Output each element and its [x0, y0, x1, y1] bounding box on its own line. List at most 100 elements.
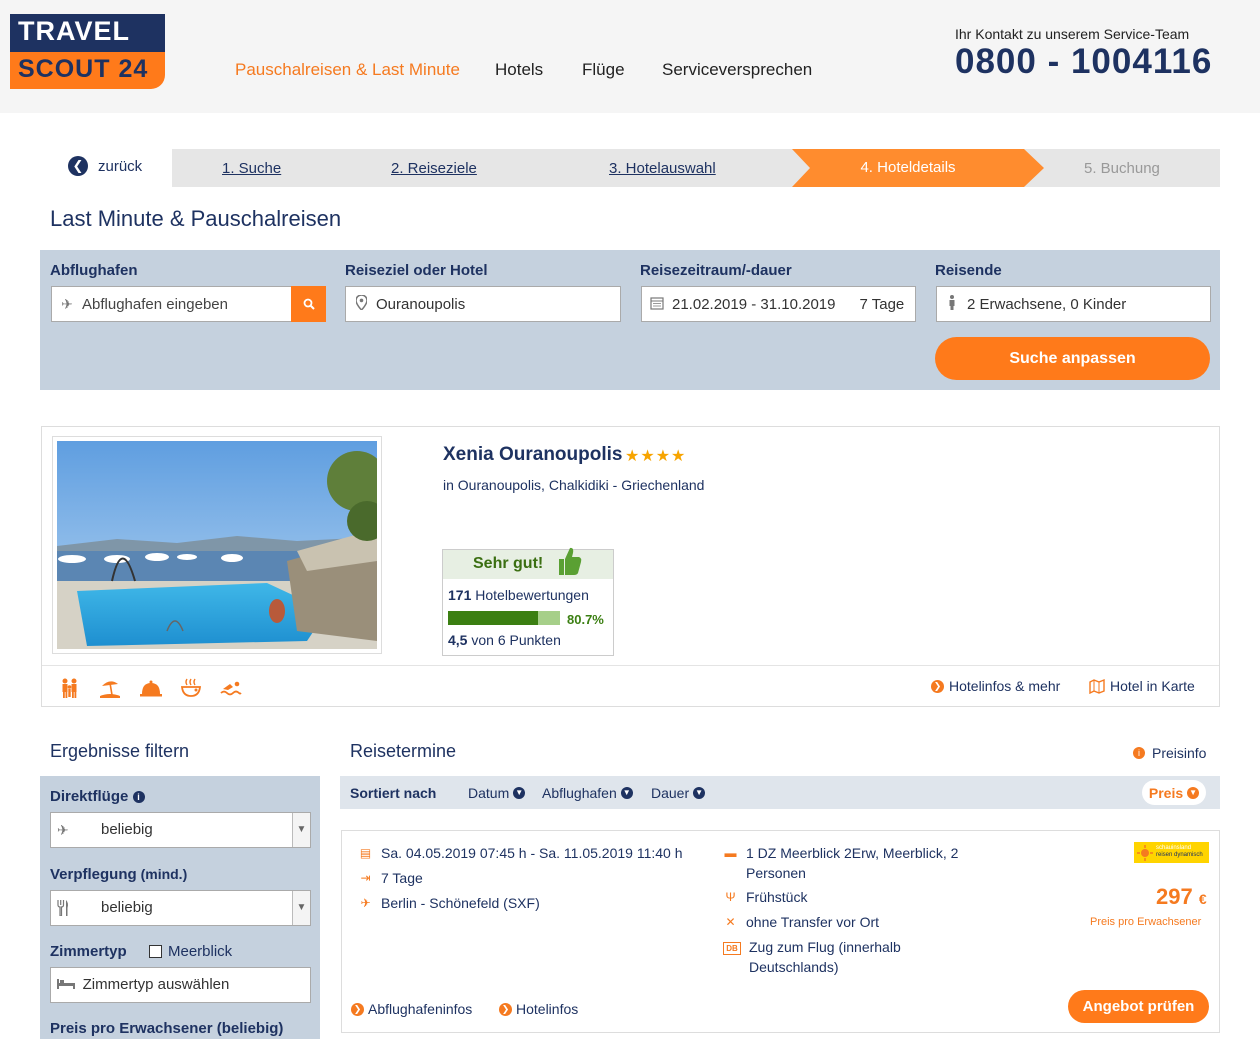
offer-room-text: 1 DZ Meerblick 2Erw, Meerblick, 2 Person… — [746, 845, 959, 881]
check-offer-button[interactable]: Angebot prüfen — [1068, 990, 1209, 1023]
period-input[interactable]: 21.02.2019 - 31.10.2019 7 Tage — [641, 286, 916, 322]
travelers-value: 2 Erwachsene, 0 Kinder — [967, 295, 1127, 313]
logo-line-travel: TRAVEL — [10, 14, 165, 52]
calendar-icon: ▤ — [359, 846, 372, 860]
search-icon[interactable] — [291, 286, 326, 322]
operator-line1: schauinsland — [1156, 845, 1192, 851]
review-count-label: Hotelbewertungen — [471, 587, 589, 603]
nav-serviceversprechen[interactable]: Serviceversprechen — [662, 60, 812, 80]
nav-fluege[interactable]: Flüge — [582, 60, 625, 80]
cutlery-icon — [57, 900, 69, 919]
direct-flights-select[interactable]: ✈ beliebig ▼ — [50, 812, 311, 848]
plane-icon: ✈ — [57, 822, 69, 838]
recommendation-bar-fill — [448, 611, 539, 625]
sort-label: Sortiert nach — [350, 785, 437, 801]
nav-pauschalreisen[interactable]: Pauschalreisen & Last Minute — [235, 60, 460, 80]
offer-board: Ψ Frühstück — [723, 887, 807, 907]
hotel-map-link-label: Hotel in Karte — [1110, 678, 1195, 694]
meerblick-label[interactable]: Meerblick — [168, 943, 232, 960]
review-count-line: 171 Hotelbewertungen — [448, 587, 589, 603]
hotel-photo[interactable] — [52, 436, 387, 654]
rating-points-line: 4,5 von 6 Punkten — [448, 632, 561, 648]
offer-currency: € — [1198, 891, 1207, 907]
family-icon — [62, 678, 77, 698]
rating-points-label: von 6 Punkten — [467, 632, 561, 648]
sort-dauer-label: Dauer — [651, 785, 690, 801]
page-title: Last Minute & Pauschalreisen — [50, 206, 342, 231]
sort-datum[interactable]: Datum ▼ — [468, 785, 526, 801]
board-select[interactable]: beliebig ▼ — [50, 890, 311, 926]
beach-icon — [100, 681, 120, 698]
price-filter-label: Preis pro Erwachsener (beliebig) — [50, 1020, 283, 1037]
swimming-icon — [220, 681, 242, 696]
duration-icon: ⇥ — [360, 871, 371, 885]
nav-hotels[interactable]: Hotels — [495, 60, 543, 80]
hotel-name[interactable]: Xenia Ouranoupolis — [443, 444, 622, 466]
step-suche[interactable]: 1. Suche — [222, 160, 281, 177]
info-icon[interactable]: i — [132, 791, 145, 804]
offer-dates: ▤ Sa. 04.05.2019 07:45 h - Sa. 11.05.201… — [358, 843, 683, 863]
no-transfer-icon: ✕ — [725, 915, 736, 929]
step-reiseziele[interactable]: 2. Reiseziele — [391, 160, 477, 177]
contact-phone[interactable]: 0800 - 1004116 — [955, 42, 1212, 82]
price-filter-label-suffix: (beliebig) — [212, 1020, 284, 1037]
calendar-icon — [650, 296, 664, 313]
travelers-input[interactable]: 2 Erwachsene, 0 Kinder — [936, 286, 1211, 322]
sort-abflughafen-label: Abflughafen — [542, 785, 617, 801]
sort-preis[interactable]: Preis ▼ — [1142, 780, 1206, 805]
airport-placeholder: Abflughafen eingeben — [82, 295, 228, 313]
sort-preis-label: Preis — [1148, 784, 1184, 801]
chevron-down-icon: ▼ — [292, 813, 310, 847]
offer-dates-text: Sa. 04.05.2019 07:45 h - Sa. 11.05.2019 … — [381, 845, 683, 861]
rating-points: 4,5 — [448, 632, 468, 648]
offer-hotel-info-link[interactable]: ❯ Hotelinfos — [499, 1001, 578, 1017]
offer-duration-text: 7 Tage — [381, 870, 423, 886]
offer-hotel-info-label: Hotelinfos — [516, 1001, 579, 1017]
hotel-info-link[interactable]: ❯ Hotelinfos & mehr — [931, 678, 1060, 694]
room-type-input[interactable]: Zimmertyp auswählen — [50, 967, 311, 1003]
filter-title: Ergebnisse filtern — [50, 741, 190, 761]
room-type-label: Zimmertyp — [50, 943, 127, 960]
sort-dauer[interactable]: Dauer ▼ — [651, 785, 706, 801]
adjust-search-button[interactable]: Suche anpassen — [935, 337, 1210, 380]
step-buchung: 5. Buchung — [1084, 160, 1160, 177]
destination-input[interactable]: Ouranoupolis — [345, 286, 621, 322]
chevron-left-icon: ❮ — [68, 156, 88, 176]
sort-abflughafen[interactable]: Abflughafen ▼ — [542, 785, 633, 801]
travelscout24-logo[interactable]: TRAVEL SCOUT 24 — [10, 14, 165, 89]
step-hotelauswahl[interactable]: 3. Hotelauswahl — [609, 160, 716, 177]
direct-flights-label: Direktflüge i — [50, 788, 145, 805]
airport-info-label: Abflughafeninfos — [368, 1001, 473, 1017]
price-info-link[interactable]: i Preisinfo — [1133, 745, 1206, 761]
meerblick-checkbox[interactable] — [149, 945, 162, 958]
offer-price-value: 297 — [1156, 884, 1193, 909]
operator-logo: schauinsland reisen dynamisch — [1134, 842, 1209, 863]
step-hoteldetails-label: 4. Hoteldetails — [860, 159, 956, 176]
db-badge: DB — [723, 942, 741, 955]
chevron-right-icon: ❯ — [499, 1002, 512, 1016]
duration-value: 7 Tage — [859, 295, 905, 313]
rating-box[interactable]: Sehr gut! 171 Hotelbewertungen 80.7% 4,5… — [442, 547, 614, 656]
board-label-text: Verpflegung — [50, 866, 137, 883]
hotel-card-divider — [42, 665, 1219, 666]
db-icon: DB — [723, 937, 741, 977]
rating-verdict: Sehr gut! — [443, 550, 613, 579]
airport-input[interactable]: ✈ Abflughafen eingeben — [51, 286, 292, 322]
destination-value: Ouranoupolis — [376, 295, 466, 313]
board-value: beliebig — [101, 899, 153, 916]
step-hoteldetails: 4. Hoteldetails — [792, 149, 1044, 187]
board-label-suffix: (mind.) — [136, 866, 188, 882]
period-value: 21.02.2019 - 31.10.2019 — [672, 295, 836, 313]
price-filter-label-text: Preis pro Erwachsener — [50, 1020, 213, 1037]
back-link[interactable]: ❮ zurück — [68, 156, 142, 176]
chevron-down-icon: ▼ — [1187, 786, 1200, 799]
contact-label: Ihr Kontakt zu unserem Service-Team — [955, 26, 1190, 42]
board-label: Verpflegung (mind.) — [50, 866, 187, 883]
offer-board-text: Frühstück — [746, 889, 808, 905]
airport-info-link[interactable]: ❯ Abflughafeninfos — [351, 1001, 472, 1017]
period-label: Reisezeitraum/-dauer — [640, 262, 792, 279]
offer-transfer: ✕ ohne Transfer vor Ort — [723, 912, 879, 932]
hotel-map-link[interactable]: Hotel in Karte — [1089, 678, 1195, 694]
bed-icon: ▬ — [724, 846, 737, 860]
direct-flights-value: beliebig — [101, 821, 153, 838]
